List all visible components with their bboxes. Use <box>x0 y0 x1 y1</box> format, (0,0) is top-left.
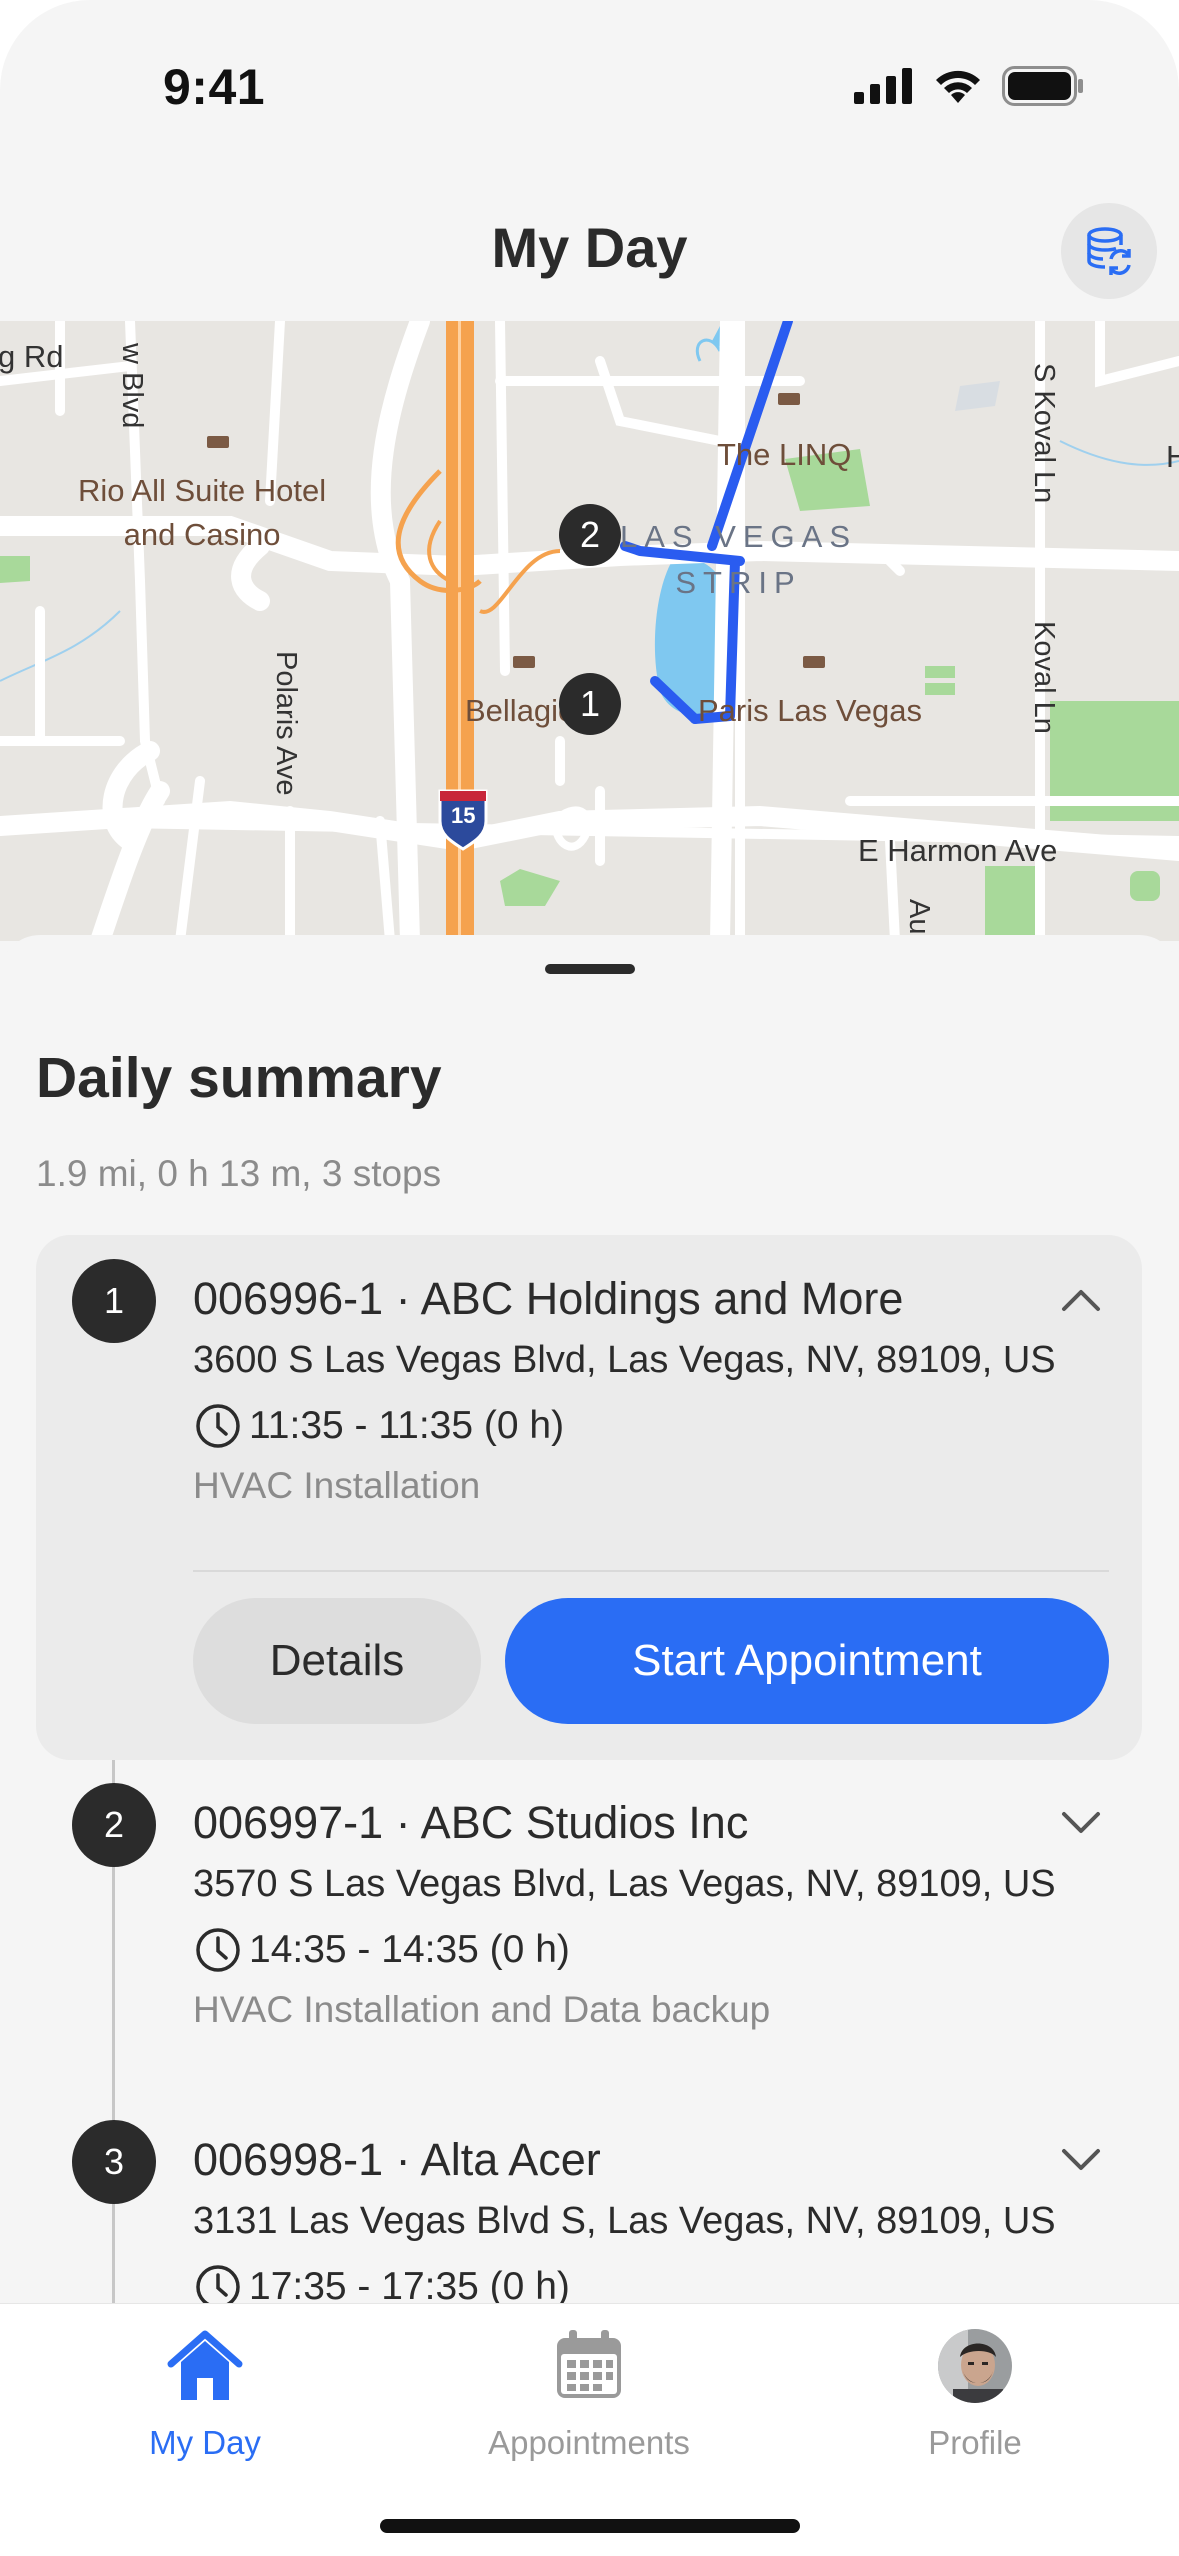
sheet-grabber[interactable] <box>545 964 635 974</box>
home-indicator[interactable] <box>380 2519 800 2533</box>
tab-label: My Day <box>149 2424 261 2461</box>
map-label-rio-line2: and Casino <box>123 517 281 552</box>
tab-appointments[interactable]: Appointments <box>439 2326 739 2476</box>
cellular-signal-icon <box>854 68 912 104</box>
header: My Day <box>0 195 1179 305</box>
map-label-strip-line1: LAS VEGAS <box>620 519 858 554</box>
tab-bar: My Day Appointments Profile <box>0 2303 1179 2556</box>
chevron-up-icon[interactable] <box>1056 1275 1106 1325</box>
stop-address: 3570 S Las Vegas Blvd, Las Vegas, NV, 89… <box>193 1863 1056 1905</box>
map-label-paris: Paris Las Vegas <box>698 693 923 728</box>
map-label-harmon: E Harmon Ave <box>858 833 1058 868</box>
map-label-polaris: Polaris Ave <box>270 651 302 796</box>
calendar-icon <box>549 2326 629 2406</box>
clock-icon <box>196 1928 240 1972</box>
stop-address: 3600 S Las Vegas Blvd, Las Vegas, NV, 89… <box>193 1339 1056 1381</box>
map-label-bellagio: Bellagio <box>465 693 576 728</box>
stop-time: 14:35 - 14:35 (0 h) <box>249 1928 570 1971</box>
summary-subtitle: 1.9 mi, 0 h 13 m, 3 stops <box>36 1153 442 1194</box>
database-refresh-icon <box>1087 227 1131 275</box>
stop-time: 11:35 - 11:35 (0 h) <box>249 1404 565 1447</box>
stop-title: 006998-1 · Alta Acer <box>193 2134 601 2185</box>
stop-number-badge: 2 <box>72 1783 156 1867</box>
chevron-down-icon[interactable] <box>1056 1797 1106 1847</box>
card-divider <box>193 1570 1109 1572</box>
tab-my-day[interactable]: My Day <box>55 2326 355 2476</box>
map-label-linq: The LINQ <box>717 437 852 472</box>
status-time: 9:41 <box>163 59 266 115</box>
tab-label: Appointments <box>488 2424 690 2461</box>
stop-number-badge: 3 <box>72 2120 156 2204</box>
stop-card-1[interactable]: 1 006996-1 · ABC Holdings and More 3600 … <box>36 1235 1142 1760</box>
map-label-strip-line2: STRIP <box>675 565 802 600</box>
stop-title: 006997-1 · ABC Studios Inc <box>193 1797 749 1848</box>
tab-label: Profile <box>928 2424 1022 2461</box>
status-icons <box>854 66 1084 106</box>
stop-title: 006996-1 · ABC Holdings and More <box>193 1273 904 1324</box>
sync-button[interactable] <box>1061 203 1157 299</box>
battery-icon <box>1002 66 1083 106</box>
page-title: My Day <box>491 216 688 279</box>
daily-summary-sheet: Daily summary 1.9 mi, 0 h 13 m, 3 stops … <box>0 935 1179 2335</box>
map-label-rio-line1: Rio All Suite Hotel <box>78 473 327 508</box>
wifi-icon <box>936 70 980 103</box>
map-pin-1[interactable]: 1 <box>559 673 621 735</box>
app-screen: 9:41 My Day g Rd w Blvd Rio All Suite Ho… <box>0 0 1179 2556</box>
interstate-shield-label: 15 <box>451 803 476 828</box>
map-pin-2[interactable]: 2 <box>559 504 621 566</box>
stop-service: HVAC Installation and Data backup <box>193 1989 771 2030</box>
route-map[interactable]: g Rd w Blvd Rio All Suite Hotel and Casi… <box>0 321 1179 941</box>
home-icon <box>165 2326 245 2406</box>
details-button[interactable]: Details <box>193 1598 481 1724</box>
chevron-down-icon[interactable] <box>1056 2134 1106 2184</box>
map-label-au: Au <box>903 899 935 935</box>
map-label-koval-top: S Koval Ln <box>1028 363 1060 504</box>
map-label-edge: H <box>1166 439 1179 474</box>
start-appointment-button[interactable]: Start Appointment <box>505 1598 1109 1724</box>
map-label-road: g Rd <box>0 339 64 374</box>
stop-card-2[interactable]: 2 006997-1 · ABC Studios Inc 3570 S Las … <box>36 1783 1142 2113</box>
stop-address: 3131 Las Vegas Blvd S, Las Vegas, NV, 89… <box>193 2200 1056 2242</box>
map-label-strip: LAS VEGAS STRIP <box>620 514 857 606</box>
stop-service: HVAC Installation <box>193 1465 481 1506</box>
status-bar: 9:41 <box>0 0 1179 160</box>
stop-time-row: 11:35 - 11:35 (0 h) <box>193 1401 564 1451</box>
tab-profile[interactable]: Profile <box>825 2326 1125 2476</box>
stop-time-row: 14:35 - 14:35 (0 h) <box>193 1925 570 1975</box>
map-label-rio-hotel: Rio All Suite Hotel and Casino <box>78 469 326 557</box>
clock-icon <box>196 1404 240 1448</box>
summary-title: Daily summary <box>36 1046 442 1110</box>
avatar <box>935 2326 1015 2406</box>
map-label-w-blvd: w Blvd <box>116 343 148 429</box>
stop-number-badge: 1 <box>72 1259 156 1343</box>
map-label-koval-mid: Koval Ln <box>1028 621 1060 734</box>
